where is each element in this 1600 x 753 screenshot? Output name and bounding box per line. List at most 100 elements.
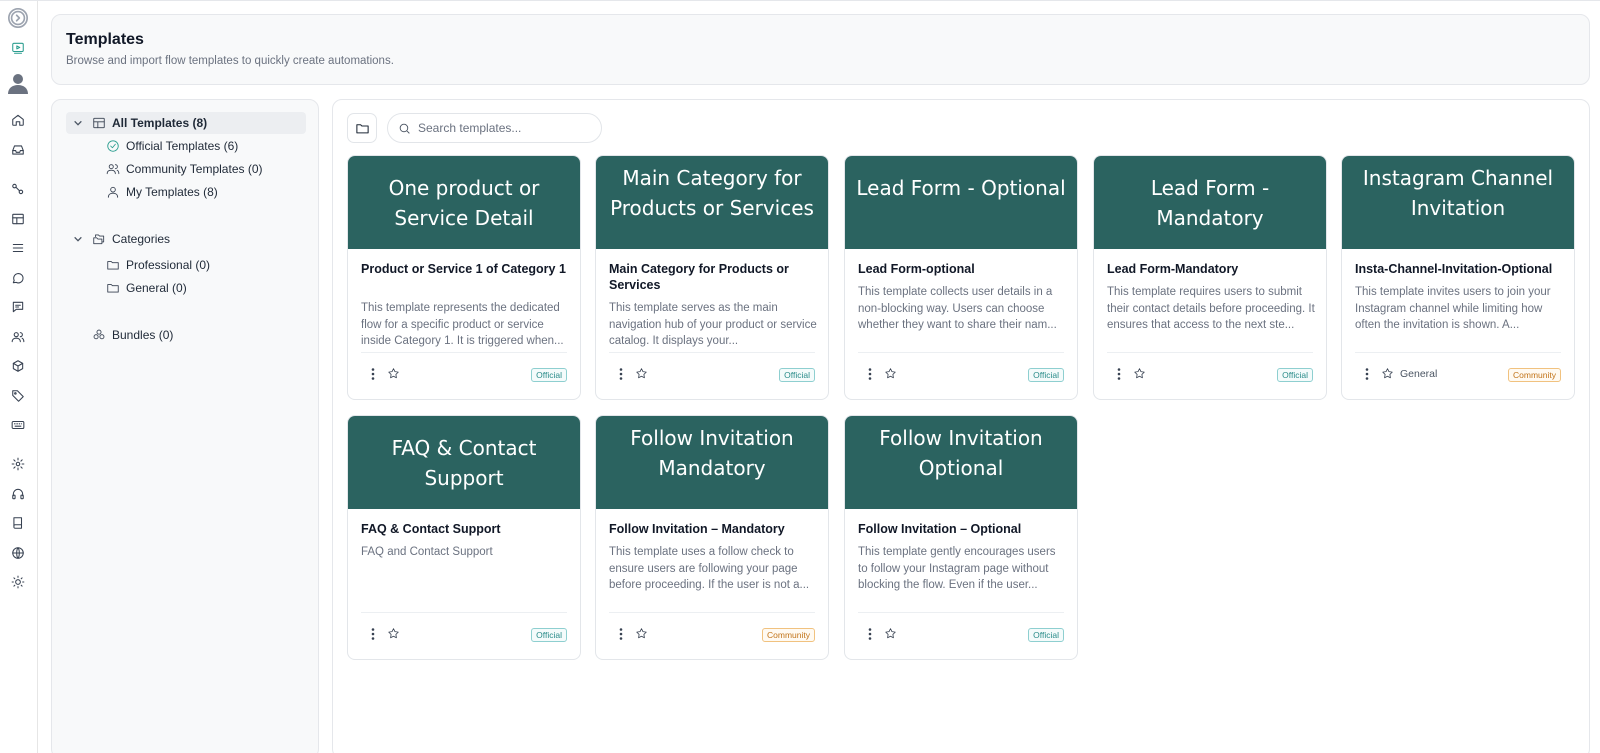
card-banner-text: FAQ & Contact Support [391, 436, 537, 490]
integrations-icon[interactable] [6, 178, 30, 200]
card-title: Lead Form-optional [858, 262, 975, 276]
template-card[interactable]: Main Category for Products or Services Ma… [595, 155, 829, 400]
card-divider [361, 352, 567, 353]
card-banner: Main Category for Products or Services [596, 156, 828, 249]
card-description: This template invites users to join your… [1355, 286, 1551, 331]
layout-icon[interactable] [6, 208, 30, 230]
card-banner: One product or Service Detail [348, 156, 580, 249]
home-icon[interactable] [6, 109, 30, 131]
template-card[interactable]: Instagram Channel Invitation Insta-Channe… [1341, 155, 1575, 400]
keyboard-icon[interactable] [6, 414, 30, 436]
folders-icon [92, 232, 106, 246]
star-icon[interactable] [884, 627, 898, 641]
card-banner-text: Lead Form - Mandatory [1150, 176, 1270, 230]
more-options-icon[interactable] [1112, 366, 1126, 382]
template-card[interactable]: One product or Service Detail Product or … [347, 155, 581, 400]
card-divider [361, 612, 567, 613]
search-box [387, 113, 602, 143]
chevron-down-icon[interactable] [72, 233, 84, 245]
search-input[interactable] [418, 121, 588, 135]
more-options-icon[interactable] [863, 366, 877, 382]
card-banner-text: Lead Form - Optional [856, 176, 1066, 200]
star-icon[interactable] [1381, 367, 1395, 381]
book-icon[interactable] [6, 512, 30, 534]
box-icon[interactable] [6, 355, 30, 377]
tree-item-all-templates[interactable]: All Templates (8) [66, 112, 306, 134]
card-title: FAQ & Contact Support [361, 522, 501, 536]
settings-icon[interactable] [6, 453, 30, 475]
more-options-icon[interactable] [614, 366, 628, 382]
flow-player-icon[interactable] [6, 37, 30, 59]
more-options-icon[interactable] [863, 626, 877, 642]
status-badge: Official [1028, 628, 1064, 642]
more-options-icon[interactable] [614, 626, 628, 642]
template-card[interactable]: Follow Invitation Mandatory Follow Invita… [595, 415, 829, 660]
icon-rail [0, 1, 38, 753]
card-title: Main Category for Products or Services [609, 262, 789, 292]
tree-item-general[interactable]: General (0) [106, 277, 187, 299]
card-description: This template collects user details in a… [858, 286, 1057, 331]
card-description: This template uses a follow check to ens… [609, 546, 810, 591]
tree-item-professional[interactable]: Professional (0) [106, 254, 210, 276]
card-banner: Lead Form - Mandatory [1094, 156, 1326, 249]
list-icon[interactable] [6, 237, 30, 259]
messages-icon[interactable] [6, 296, 30, 318]
status-badge: Official [531, 368, 567, 382]
card-banner: FAQ & Contact Support [348, 416, 580, 509]
card-title: Follow Invitation – Mandatory [609, 522, 785, 536]
avatar[interactable] [6, 69, 30, 97]
inbox-icon[interactable] [6, 139, 30, 161]
headphones-icon[interactable] [6, 483, 30, 505]
card-banner: Follow Invitation Mandatory [596, 416, 828, 509]
tree-item-label: Community Templates (0) [126, 162, 263, 176]
templates-main: One product or Service Detail Product or … [332, 99, 1590, 753]
tree-item-categories[interactable]: Categories [72, 228, 170, 250]
template-card[interactable]: Lead Form - Optional Lead Form-optional Th… [844, 155, 1078, 400]
tree-item-community-templates[interactable]: Community Templates (0) [106, 158, 263, 180]
tag-icon[interactable] [6, 385, 30, 407]
more-options-icon[interactable] [1360, 366, 1374, 382]
card-banner: Lead Form - Optional [845, 156, 1077, 249]
folder-icon [355, 123, 369, 133]
more-options-icon[interactable] [366, 366, 380, 382]
user-icon [106, 185, 120, 199]
tree-item-label: All Templates (8) [112, 116, 208, 130]
star-icon[interactable] [635, 627, 649, 641]
card-divider [609, 352, 815, 353]
users-icon[interactable] [6, 326, 30, 348]
template-card[interactable]: FAQ & Contact Support FAQ & Contact Suppo… [347, 415, 581, 660]
card-divider [1107, 352, 1313, 353]
card-banner: Follow Invitation Optional [845, 416, 1077, 509]
status-badge: Official [1028, 368, 1064, 382]
star-icon[interactable] [635, 367, 649, 381]
star-icon[interactable] [884, 367, 898, 381]
star-icon[interactable] [387, 627, 401, 641]
folder-button[interactable] [347, 113, 377, 143]
card-banner-text: Follow Invitation Mandatory [630, 426, 794, 480]
star-icon[interactable] [387, 367, 401, 381]
chat-icon[interactable] [6, 267, 30, 289]
status-badge: Official [1277, 368, 1313, 382]
globe-icon[interactable] [6, 542, 30, 564]
card-divider [858, 612, 1064, 613]
status-badge: Official [531, 628, 567, 642]
app-root: Templates Browse and import flow templat… [0, 0, 1600, 753]
templates-icon [92, 116, 106, 130]
tree-item-label: My Templates (8) [126, 185, 218, 199]
page-header: Templates Browse and import flow templat… [51, 14, 1590, 85]
folder-icon [106, 258, 120, 272]
template-card[interactable]: Lead Form - Mandatory Lead Form-Mandatory… [1093, 155, 1327, 400]
template-card[interactable]: Follow Invitation Optional Follow Invitat… [844, 415, 1078, 660]
collapse-icon[interactable] [6, 7, 30, 29]
more-options-icon[interactable] [366, 626, 380, 642]
tree-item-my-templates[interactable]: My Templates (8) [106, 181, 218, 203]
users-icon [106, 162, 120, 176]
star-icon[interactable] [1133, 367, 1147, 381]
card-description: This template represents the dedicated f… [361, 302, 564, 347]
tree-item-bundles[interactable]: Bundles (0) [92, 324, 173, 346]
tree-item-official-templates[interactable]: Official Templates (6) [106, 135, 238, 157]
card-banner: Instagram Channel Invitation [1342, 156, 1574, 249]
sun-icon[interactable] [6, 571, 30, 593]
card-description: This template serves as the main navigat… [609, 302, 817, 347]
chevron-down-icon[interactable] [72, 117, 84, 129]
